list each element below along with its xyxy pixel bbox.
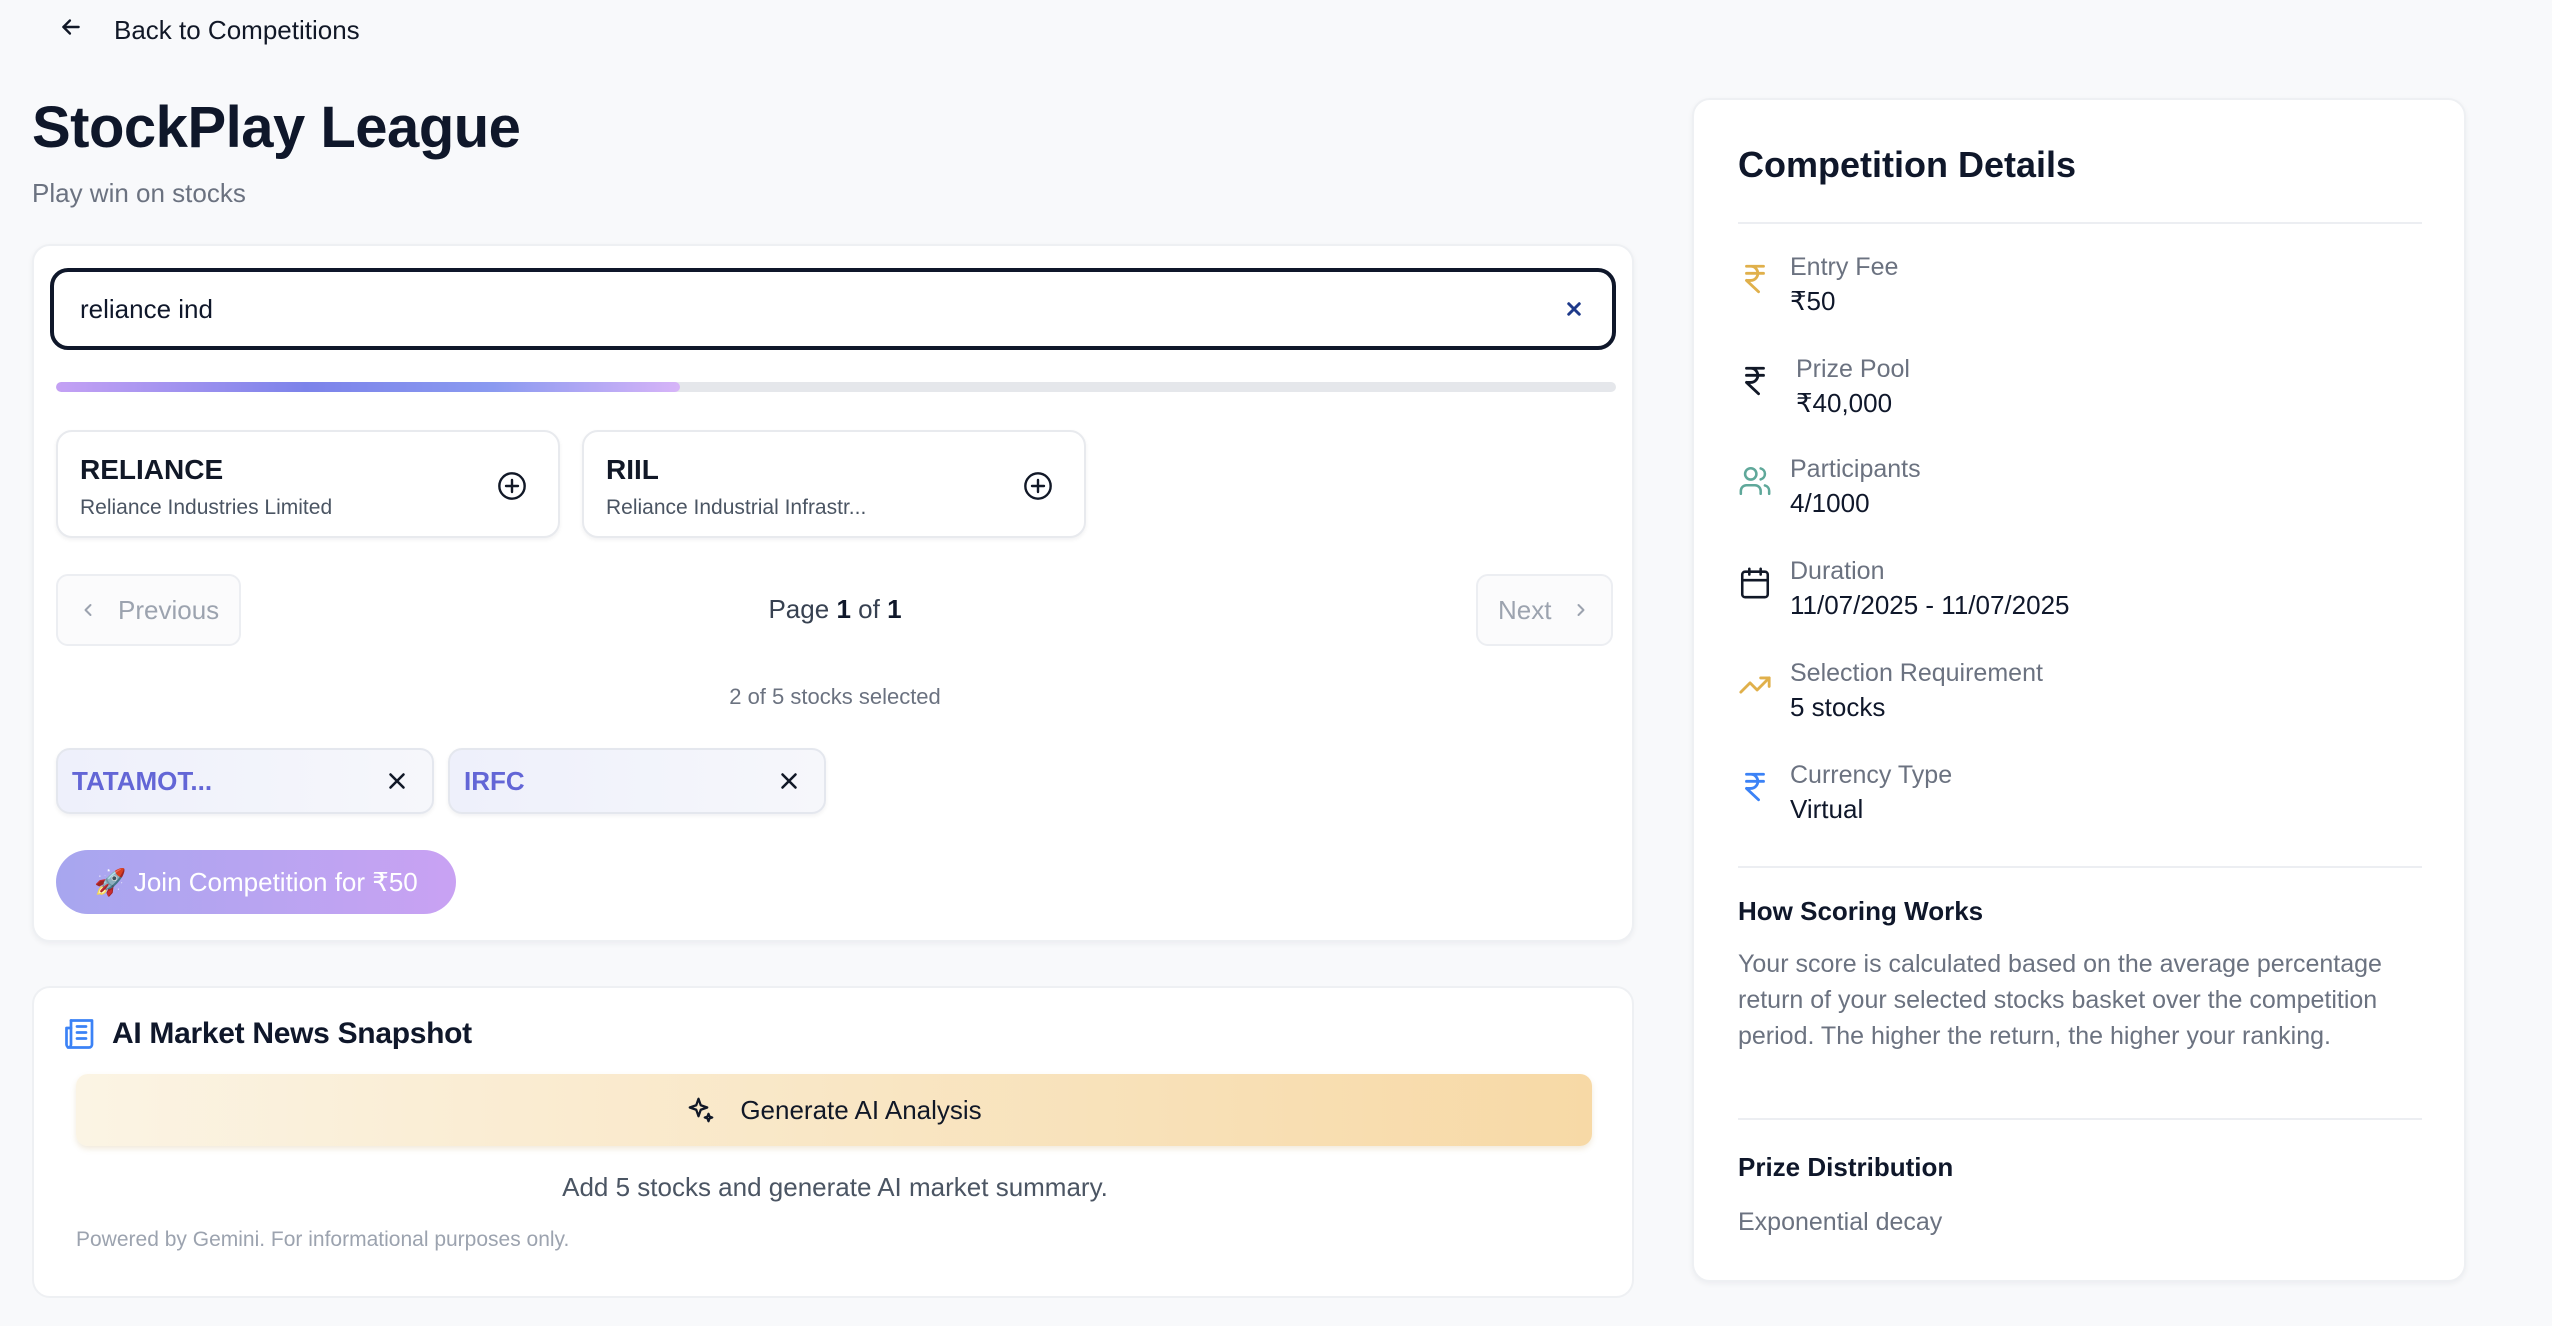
details-title: Competition Details	[1738, 144, 2077, 185]
newspaper-icon	[65, 1019, 94, 1049]
trending-up-icon	[1739, 676, 1771, 694]
detail-value: Virtual	[1790, 794, 1864, 824]
detail-label: Selection Requirement	[1790, 659, 2043, 687]
detail-value: ₹40,000	[1796, 388, 1893, 418]
detail-prize-pool: Prize Pool ₹40,000	[1738, 352, 1910, 420]
back-link-label: Back to Competitions	[114, 15, 360, 45]
detail-value: 11/07/2025 - 11/07/2025	[1790, 590, 2070, 620]
selected-stock-chip: TATAMOT...	[56, 748, 434, 814]
join-label: 🚀 Join Competition for ₹50	[94, 866, 418, 897]
detail-selection-requirement: Selection Requirement 5 stocks	[1738, 656, 2043, 724]
ai-card-title: AI Market News Snapshot	[112, 1017, 472, 1050]
chevron-right-icon	[1577, 604, 1585, 616]
stock-name: Reliance Industries Limited	[80, 496, 333, 519]
detail-value: ₹50	[1790, 286, 1836, 316]
calendar-icon	[1740, 567, 1770, 599]
rupee-icon	[1745, 772, 1765, 802]
detail-duration: Duration 11/07/2025 - 11/07/2025	[1738, 554, 2070, 622]
page-title: StockPlay League	[32, 95, 521, 160]
stock-selection-card: RELIANCE Reliance Industries Limited RII…	[32, 244, 1634, 942]
divider	[1738, 866, 2422, 868]
users-icon	[1739, 466, 1771, 496]
search-box	[50, 268, 1616, 350]
stock-search-input[interactable]	[78, 292, 1560, 326]
prize-distribution-text: Exponential decay	[1738, 1208, 1943, 1236]
selected-count: 2 of 5 stocks selected	[729, 684, 941, 709]
detail-entry-fee: Entry Fee ₹50	[1738, 250, 1898, 318]
of-word: of	[858, 594, 880, 624]
join-competition-button[interactable]: 🚀 Join Competition for ₹50	[56, 850, 456, 914]
detail-label: Currency Type	[1790, 761, 1953, 789]
detail-label: Participants	[1790, 455, 1921, 483]
detail-label: Prize Pool	[1796, 355, 1910, 383]
prize-distribution-title: Prize Distribution	[1738, 1152, 1954, 1182]
stock-result-card[interactable]: RIIL Reliance Industrial Infrastr...	[582, 430, 1086, 538]
selected-stock-chip: IRFC	[448, 748, 826, 814]
sparkles-icon	[688, 1097, 714, 1123]
rupee-icon	[1745, 366, 1765, 396]
stock-result-card[interactable]: RELIANCE Reliance Industries Limited	[56, 430, 560, 538]
stock-name: Reliance Industrial Infrastr...	[606, 496, 867, 519]
chip-label: IRFC	[464, 765, 525, 796]
current-page: 1	[836, 594, 851, 624]
search-progress-bar	[56, 382, 1616, 392]
detail-value: 4/1000	[1790, 488, 1870, 518]
back-to-competitions-link[interactable]: Back to Competitions	[58, 14, 360, 47]
divider	[1738, 222, 2422, 224]
close-icon[interactable]	[384, 768, 410, 794]
page-indicator: Page 1 of 1	[34, 594, 1636, 625]
page-subtitle: Play win on stocks	[32, 178, 246, 208]
next-page-button[interactable]: Next	[1476, 574, 1614, 646]
scoring-title: How Scoring Works	[1738, 896, 1984, 926]
detail-participants: Participants 4/1000	[1738, 452, 1921, 520]
chip-label: TATAMOT...	[72, 765, 213, 796]
close-icon	[1567, 302, 1581, 316]
divider	[1738, 1118, 2422, 1120]
close-icon[interactable]	[776, 768, 802, 794]
stock-symbol: RELIANCE	[80, 454, 224, 485]
ai-news-card: AI Market News Snapshot Generate AI Anal…	[32, 986, 1634, 1298]
generate-label: Generate AI Analysis	[740, 1094, 982, 1125]
plus-circle-icon[interactable]	[1022, 470, 1054, 502]
detail-label: Duration	[1790, 557, 1885, 585]
competition-details-card: Competition Details Entry Fee ₹50 Prize P…	[1692, 98, 2466, 1282]
plus-circle-icon[interactable]	[496, 470, 528, 502]
ai-disclaimer: Powered by Gemini. For informational pur…	[76, 1228, 570, 1251]
detail-currency-type: Currency Type Virtual	[1738, 758, 1952, 826]
clear-search-button[interactable]	[1560, 295, 1588, 323]
ai-hint: Add 5 stocks and generate AI market summ…	[562, 1172, 1108, 1202]
page-word: Page	[768, 594, 830, 624]
detail-label: Entry Fee	[1790, 253, 1899, 281]
ai-card-header: AI Market News Snapshot	[62, 1016, 472, 1052]
rupee-icon	[1745, 264, 1765, 294]
search-progress-fill	[56, 382, 680, 392]
next-label: Next	[1498, 594, 1552, 625]
total-pages: 1	[887, 594, 902, 624]
generate-ai-analysis-button[interactable]: Generate AI Analysis	[76, 1074, 1592, 1146]
stock-symbol: RIIL	[606, 454, 659, 485]
arrow-left-icon	[58, 14, 84, 47]
scoring-text: Your score is calculated based on the av…	[1738, 950, 2382, 1050]
detail-value: 5 stocks	[1790, 692, 1886, 722]
